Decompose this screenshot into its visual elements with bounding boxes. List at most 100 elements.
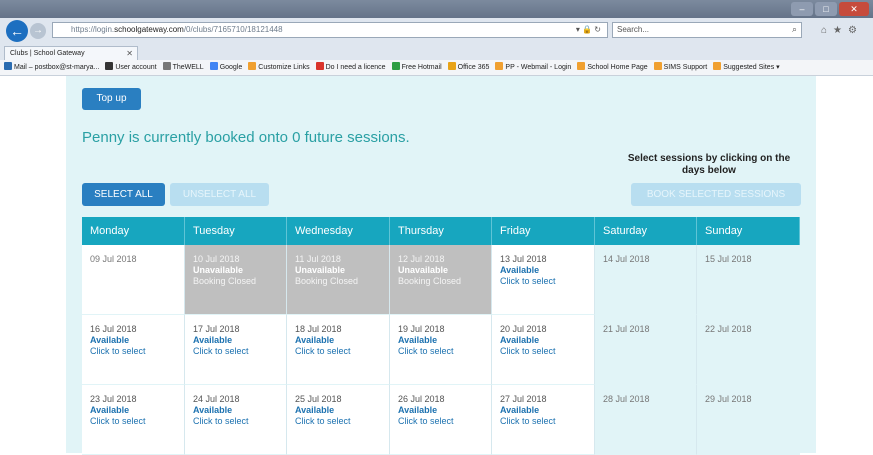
calendar-day-cell[interactable]: 24 Jul 2018 Available Click to select bbox=[185, 385, 287, 455]
calendar-day-cell[interactable]: 16 Jul 2018 Available Click to select bbox=[82, 315, 185, 385]
click-to-select-link[interactable]: Click to select bbox=[295, 416, 389, 427]
day-date: 18 Jul 2018 bbox=[295, 324, 342, 334]
favorite-icon bbox=[248, 62, 257, 70]
forward-arrow-icon[interactable]: → bbox=[30, 23, 46, 39]
address-bar[interactable]: https://login.schoolgateway.com/0/clubs/… bbox=[52, 22, 608, 38]
book-selected-button[interactable]: BOOK SELECTED SESSIONS bbox=[631, 183, 801, 206]
calendar-day-cell[interactable]: 26 Jul 2018 Available Click to select bbox=[390, 385, 492, 455]
maximize-icon[interactable]: □ bbox=[815, 2, 837, 16]
day-status: Available bbox=[500, 265, 540, 275]
favorite-link[interactable]: TheWELL bbox=[162, 60, 204, 75]
url-prefix: https://login. bbox=[71, 25, 115, 34]
day-status: Available bbox=[90, 405, 130, 415]
day-header-thursday: Thursday bbox=[390, 217, 492, 245]
day-header-friday: Friday bbox=[492, 217, 595, 245]
calendar-day-cell: 14 Jul 2018 bbox=[595, 245, 697, 315]
calendar-day-cell[interactable]: 20 Jul 2018 Available Click to select bbox=[492, 315, 595, 385]
click-to-select-link[interactable]: Click to select bbox=[398, 346, 491, 357]
lock-refresh-icon[interactable]: ▾ 🔒 ↻ bbox=[576, 25, 601, 34]
booking-closed-note: Booking Closed bbox=[193, 276, 257, 286]
click-to-select-link[interactable]: Click to select bbox=[193, 346, 286, 357]
click-to-select-link[interactable]: Click to select bbox=[500, 346, 594, 357]
favorite-link[interactable]: Office 365 bbox=[447, 60, 489, 75]
calendar-day-cell: 09 Jul 2018 bbox=[82, 245, 185, 315]
favorite-link[interactable]: Google bbox=[209, 60, 243, 75]
calendar-week-row: 09 Jul 2018 10 Jul 2018 Unavailable Booking… bbox=[82, 245, 800, 315]
calendar-day-cell[interactable]: 25 Jul 2018 Available Click to select bbox=[287, 385, 390, 455]
calendar-day-cell[interactable]: 23 Jul 2018 Available Click to select bbox=[82, 385, 185, 455]
calendar-day-cell[interactable]: 18 Jul 2018 Available Click to select bbox=[287, 315, 390, 385]
day-date: 23 Jul 2018 bbox=[90, 394, 137, 404]
browser-tab[interactable]: Clubs | School Gateway ✕ bbox=[4, 46, 138, 60]
calendar-day-cell[interactable]: 27 Jul 2018 Available Click to select bbox=[492, 385, 595, 455]
click-to-select-link[interactable]: Click to select bbox=[295, 346, 389, 357]
click-to-select-link[interactable]: Click to select bbox=[500, 416, 594, 427]
day-status: Available bbox=[500, 335, 540, 345]
favorite-icon bbox=[495, 62, 504, 70]
day-date: 24 Jul 2018 bbox=[193, 394, 240, 404]
calendar-day-cell[interactable]: 13 Jul 2018 Available Click to select bbox=[492, 245, 595, 315]
favorite-link[interactable]: PP - Webmail - Login bbox=[495, 60, 571, 75]
day-status: Available bbox=[193, 405, 233, 415]
day-status: Available bbox=[500, 405, 540, 415]
day-header-sunday: Sunday bbox=[697, 217, 800, 245]
favorite-link[interactable]: User account bbox=[105, 60, 157, 75]
favorite-icon bbox=[577, 62, 586, 70]
calendar-week-row: 23 Jul 2018 Available Click to select 24 Ju… bbox=[82, 385, 800, 455]
day-date: 27 Jul 2018 bbox=[500, 394, 547, 404]
selection-instructions: Select sessions by clicking on the days … bbox=[627, 153, 791, 176]
day-date: 10 Jul 2018 bbox=[193, 254, 240, 264]
day-date: 29 Jul 2018 bbox=[705, 394, 752, 404]
booking-closed-note: Booking Closed bbox=[295, 276, 359, 286]
calendar-day-cell[interactable]: 17 Jul 2018 Available Click to select bbox=[185, 315, 287, 385]
calendar-body: 09 Jul 2018 10 Jul 2018 Unavailable Booking… bbox=[82, 245, 800, 455]
click-to-select-link[interactable]: Click to select bbox=[90, 416, 184, 427]
calendar-day-cell: 22 Jul 2018 bbox=[697, 315, 800, 385]
calendar-header: Monday Tuesday Wednesday Thursday Friday Satu… bbox=[82, 217, 800, 245]
favorite-icon bbox=[162, 62, 171, 70]
favorite-link[interactable]: SIMS Support bbox=[653, 60, 707, 75]
window-controls: – □ ✕ bbox=[791, 2, 869, 16]
calendar-day-cell: 21 Jul 2018 bbox=[595, 315, 697, 385]
day-status: Unavailable bbox=[193, 265, 244, 275]
favorite-label: User account bbox=[115, 64, 157, 71]
day-header-saturday: Saturday bbox=[595, 217, 697, 245]
calendar-day-cell[interactable]: 19 Jul 2018 Available Click to select bbox=[390, 315, 492, 385]
unselect-all-button[interactable]: UNSELECT ALL bbox=[170, 183, 269, 206]
close-icon[interactable]: ✕ bbox=[839, 2, 869, 16]
day-status: Available bbox=[398, 335, 438, 345]
favorite-link[interactable]: Do I need a licence bbox=[315, 60, 386, 75]
click-to-select-link[interactable]: Click to select bbox=[398, 416, 491, 427]
favorite-label: Customize Links bbox=[258, 64, 310, 71]
day-date: 11 Jul 2018 bbox=[295, 254, 341, 264]
favorite-label: Mail – postbox@st-marya... bbox=[14, 64, 100, 71]
favorite-label: TheWELL bbox=[172, 64, 204, 71]
day-date: 20 Jul 2018 bbox=[500, 324, 547, 334]
click-to-select-link[interactable]: Click to select bbox=[193, 416, 286, 427]
favorite-label: Google bbox=[219, 64, 243, 71]
search-placeholder: Search... bbox=[617, 25, 650, 34]
calendar-day-cell: 10 Jul 2018 Unavailable Booking Closed bbox=[185, 245, 287, 315]
favorite-icon bbox=[105, 62, 114, 70]
select-all-button[interactable]: SELECT ALL bbox=[82, 183, 165, 206]
calendar-day-cell: 12 Jul 2018 Unavailable Booking Closed bbox=[390, 245, 492, 315]
day-date: 25 Jul 2018 bbox=[295, 394, 342, 404]
day-date: 17 Jul 2018 bbox=[193, 324, 240, 334]
top-up-button[interactable]: Top up bbox=[82, 88, 141, 110]
favorite-link[interactable]: Suggested Sites ▾ bbox=[713, 60, 780, 75]
favorite-link[interactable]: Free Hotmail bbox=[391, 60, 442, 75]
tab-close-icon[interactable]: ✕ bbox=[126, 47, 133, 60]
click-to-select-link[interactable]: Click to select bbox=[90, 346, 184, 357]
click-to-select-link[interactable]: Click to select bbox=[500, 276, 594, 287]
minimize-icon[interactable]: – bbox=[791, 2, 813, 16]
page-content: Top up Penny is currently booked onto 0 … bbox=[66, 76, 816, 455]
favorite-icon bbox=[653, 62, 662, 70]
toolbar-icons[interactable]: ⌂★⚙ bbox=[821, 25, 863, 36]
favorite-link[interactable]: Mail – postbox@st-marya... bbox=[4, 60, 100, 75]
favorite-link[interactable]: Customize Links bbox=[248, 60, 310, 75]
browser-search-box[interactable]: Search... ⌕ bbox=[612, 22, 802, 38]
search-icon[interactable]: ⌕ bbox=[792, 24, 797, 35]
back-arrow-icon[interactable]: ← bbox=[6, 20, 28, 42]
favorite-link[interactable]: School Home Page bbox=[577, 60, 648, 75]
favorite-icon bbox=[4, 62, 12, 70]
